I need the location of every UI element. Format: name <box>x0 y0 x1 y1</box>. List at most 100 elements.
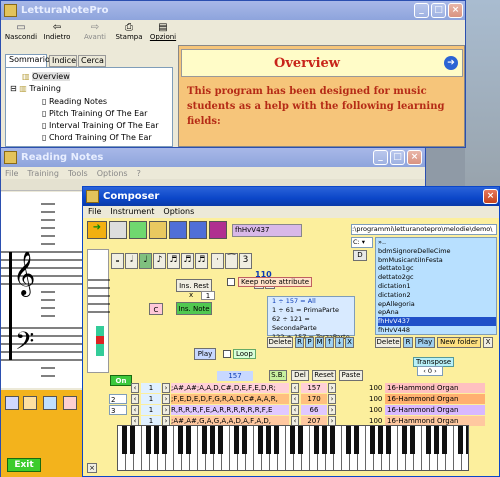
scroll-right-button[interactable]: › <box>328 405 336 415</box>
track-notes[interactable]: ;F,E,D,E,D,F,G,R,A,D,C#,A,A,R, <box>171 394 289 404</box>
list-item[interactable]: fhHvV437 <box>378 317 496 326</box>
keep-attr-checkbox[interactable] <box>227 278 235 286</box>
tie-button[interactable]: ⁀ <box>225 253 238 269</box>
scroll-right-button[interactable]: › <box>162 405 170 415</box>
indietro-button[interactable]: ⇦ Indietro <box>39 22 75 41</box>
transpose-spinner[interactable]: ‹ 0 › <box>417 366 443 376</box>
drive-select[interactable]: C: ▾ <box>351 237 373 248</box>
scroll-left-button[interactable]: ‹ <box>131 405 139 415</box>
tree-item-chord[interactable]: ▯ Chord Training Of The Ear <box>42 133 152 142</box>
list-item[interactable]: bdmSignoreDelleCime <box>378 247 496 256</box>
list-item[interactable]: 1 ÷ 61 = PrimaParte <box>272 306 354 315</box>
triplet-button[interactable]: 3 <box>239 253 252 269</box>
menu-file[interactable]: File <box>88 207 101 216</box>
scroll-right-button[interactable]: › <box>162 394 170 404</box>
save-as-icon[interactable] <box>189 221 207 239</box>
loop-checkbox[interactable] <box>223 350 231 358</box>
64th-note-button[interactable]: ♬ <box>195 253 208 269</box>
parts-up-button[interactable]: ↑ <box>325 337 334 348</box>
track-notes[interactable]: ;A#,A#;A,A,D,C#,D,E,F,E,D,R; <box>171 383 289 393</box>
scroll-left-button[interactable]: ‹ <box>131 383 139 393</box>
quarter-note-button[interactable]: ♩ <box>139 253 152 269</box>
tree-item-reading-notes[interactable]: ▯ Reading Notes <box>42 97 107 106</box>
tab-cerca[interactable]: Cerca <box>78 55 106 67</box>
next-arrow-icon[interactable]: ➔ <box>444 56 458 70</box>
eighth-note-button[interactable]: ♪ <box>153 253 166 269</box>
menu-tools[interactable]: Tools <box>68 169 88 178</box>
tab-sommario[interactable]: Sommario <box>5 54 50 67</box>
opzioni-button[interactable]: ▤ Opzioni <box>147 22 179 41</box>
tool-icon[interactable] <box>23 396 37 410</box>
open-folder-icon[interactable] <box>149 221 167 239</box>
tree-item-overview[interactable]: ▥ Overview <box>22 72 70 81</box>
scroll-right-button[interactable]: › <box>162 383 170 393</box>
list-item[interactable]: bmMusicantiInFesta <box>378 256 496 265</box>
list-item[interactable]: 62 ÷ 121 = SecondaParte <box>272 315 354 333</box>
tool-icon[interactable] <box>43 396 57 410</box>
list-item[interactable]: dettato2gc <box>378 273 496 282</box>
ins-note-button[interactable]: Ins. Note <box>176 302 212 315</box>
new-file-icon[interactable] <box>129 221 147 239</box>
save-icon[interactable] <box>169 221 187 239</box>
track-instrument[interactable]: 16-Hammond Organ <box>385 405 485 415</box>
x-value[interactable]: 1 <box>201 291 215 300</box>
close-button[interactable]: × <box>407 150 422 165</box>
del-button[interactable]: Del <box>291 370 309 381</box>
c-button[interactable]: C <box>149 303 163 315</box>
menu-options[interactable]: Options <box>163 207 194 216</box>
menu-training[interactable]: Training <box>27 169 59 178</box>
tree-item-training[interactable]: ⊟ ▥ Training <box>10 84 61 93</box>
file-play-button[interactable]: Play <box>415 337 435 348</box>
track-notes[interactable]: R,R,R,R,F,E,A,R,R,R,R,R,R,F,E <box>171 405 289 415</box>
file-r-button[interactable]: R <box>403 337 413 348</box>
reset-button[interactable]: Reset <box>312 370 336 381</box>
run-icon[interactable]: ➜ <box>87 221 107 239</box>
parts-p-button[interactable]: P <box>305 337 314 348</box>
scroll-left-button[interactable]: ‹ <box>291 383 299 393</box>
scroll-left-button[interactable]: ‹ <box>131 394 139 404</box>
track-number-select[interactable]: 2 <box>109 394 127 404</box>
parts-x-button[interactable]: X <box>345 337 354 348</box>
tree-item-pitch[interactable]: ▯ Pitch Training Of The Ear <box>42 109 147 118</box>
scroll-right-button[interactable]: › <box>328 383 336 393</box>
32nd-note-button[interactable]: ♬ <box>181 253 194 269</box>
paste-button[interactable]: Paste <box>339 370 363 381</box>
tools-icon[interactable] <box>109 221 127 239</box>
list-item[interactable]: ».. <box>378 238 496 247</box>
maximize-button[interactable]: □ <box>390 150 405 165</box>
parts-m-button[interactable]: M <box>315 337 324 348</box>
path-field[interactable]: :\programmi\letturanotepro\melodie\demo\ <box>351 224 497 235</box>
list-item[interactable]: dictation2 <box>378 291 496 300</box>
list-item[interactable]: fhHvV448 <box>378 326 496 334</box>
avanti-button[interactable]: ⇨ Avanti <box>79 22 111 41</box>
menu-options[interactable]: Options <box>97 169 128 178</box>
book-icon[interactable] <box>209 221 227 239</box>
sixteenth-note-button[interactable]: ♬ <box>167 253 180 269</box>
list-item[interactable]: dictation1 <box>378 282 496 291</box>
track-instrument[interactable]: 16-Hammond Organ <box>385 394 485 404</box>
minimize-button[interactable]: _ <box>373 150 388 165</box>
file-x-button[interactable]: X <box>483 337 493 348</box>
piano-keyboard[interactable] <box>117 425 469 471</box>
nascondi-button[interactable]: ▭ Nascondi <box>3 22 39 41</box>
parts-r-button[interactable]: R <box>295 337 304 348</box>
scroll-right-button[interactable]: › <box>328 394 336 404</box>
track-instrument[interactable]: 16-Hammond Organ <box>385 383 485 393</box>
menu-help[interactable]: ? <box>137 169 141 178</box>
close-keyboard-button[interactable]: × <box>87 463 97 473</box>
parts-delete-button[interactable]: Delete <box>267 337 293 348</box>
close-button[interactable]: × <box>483 189 498 204</box>
track-number-select[interactable]: 3 <box>109 405 127 415</box>
close-button[interactable]: × <box>448 3 463 18</box>
sb-button[interactable]: S.B. <box>269 370 287 381</box>
dot-button[interactable]: · <box>211 253 224 269</box>
scroll-left-button[interactable]: ‹ <box>291 405 299 415</box>
tool-icon[interactable] <box>63 396 77 410</box>
play-button[interactable]: Play <box>194 348 216 360</box>
list-item[interactable]: epAna <box>378 308 496 317</box>
parts-down-button[interactable]: ↓ <box>335 337 344 348</box>
minimize-button[interactable]: _ <box>414 3 429 18</box>
list-item[interactable]: 1 ÷ 157 = All <box>272 297 354 306</box>
maximize-button[interactable]: □ <box>431 3 446 18</box>
menu-file[interactable]: File <box>5 169 18 178</box>
